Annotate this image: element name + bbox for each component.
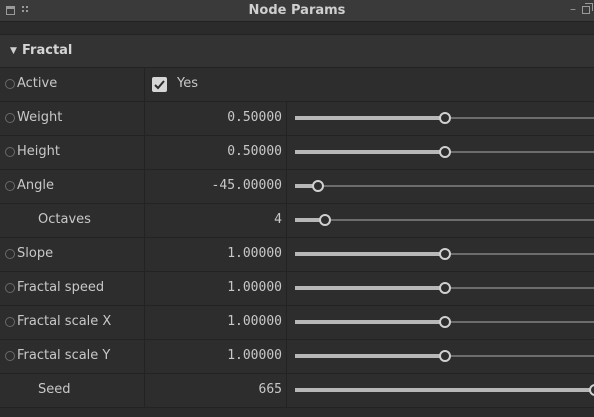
checkmark-icon xyxy=(154,80,165,90)
param-value: 665 xyxy=(258,382,282,397)
param-value: 0.50000 xyxy=(227,110,282,125)
param-row: Seed 665 xyxy=(0,374,594,408)
keyframe-radio[interactable] xyxy=(5,181,15,191)
param-slider[interactable] xyxy=(287,170,594,203)
panel-title: Node Params xyxy=(248,3,346,18)
param-value: 0.50000 xyxy=(227,144,282,159)
panel-titlebar: Node Params – xyxy=(0,0,594,22)
param-label: Weight xyxy=(17,110,63,125)
slider-handle[interactable] xyxy=(439,146,451,158)
param-list: Active Yes Weight 0.50000 Height 0.50000 Ang… xyxy=(0,68,594,408)
slider-handle[interactable] xyxy=(439,350,451,362)
param-value-field[interactable]: -45.00000 xyxy=(145,170,287,203)
param-value: 4 xyxy=(274,212,282,227)
param-slider[interactable] xyxy=(287,374,594,407)
param-row-active: Active Yes xyxy=(0,68,594,102)
param-slider[interactable] xyxy=(287,204,594,237)
param-label: Fractal scale Y xyxy=(17,348,111,363)
param-value: -45.00000 xyxy=(211,178,282,193)
param-label: Height xyxy=(17,144,60,159)
slider-handle[interactable] xyxy=(439,248,451,260)
param-value-field[interactable]: 4 xyxy=(145,204,287,237)
slider-fill xyxy=(295,116,445,120)
slider-handle[interactable] xyxy=(439,112,451,124)
param-row: Height 0.50000 xyxy=(0,136,594,170)
param-label: Slope xyxy=(17,246,54,261)
param-value: 1.00000 xyxy=(227,280,282,295)
slider-handle[interactable] xyxy=(439,316,451,328)
slider-fill xyxy=(295,388,594,392)
keyframe-radio[interactable] xyxy=(5,317,15,327)
param-value: 1.00000 xyxy=(227,348,282,363)
param-value: 1.00000 xyxy=(227,246,282,261)
param-row: Fractal scale X 1.00000 xyxy=(0,306,594,340)
keyframe-radio[interactable] xyxy=(5,79,15,89)
keyframe-radio[interactable] xyxy=(5,283,15,293)
param-slider[interactable] xyxy=(287,136,594,169)
slider-handle[interactable] xyxy=(439,282,451,294)
param-label: Fractal scale X xyxy=(17,314,112,329)
keyframe-radio[interactable] xyxy=(5,249,15,259)
slider-fill xyxy=(295,150,445,154)
param-label: Active xyxy=(17,76,58,91)
param-label: Fractal speed xyxy=(17,280,105,295)
slider-fill xyxy=(295,320,445,324)
param-label: Angle xyxy=(17,178,54,193)
keyframe-radio[interactable] xyxy=(5,351,15,361)
param-row: Slope 1.00000 xyxy=(0,238,594,272)
slider-fill xyxy=(295,286,445,290)
keyframe-radio[interactable] xyxy=(5,113,15,123)
param-label: Seed xyxy=(38,382,71,397)
param-row: Fractal speed 1.00000 xyxy=(0,272,594,306)
slider-handle[interactable] xyxy=(319,214,331,226)
slider-handle[interactable] xyxy=(311,180,324,192)
triangle-down-icon[interactable]: ▼ xyxy=(10,46,17,56)
param-slider[interactable] xyxy=(287,102,594,135)
keyframe-radio[interactable] xyxy=(5,147,15,157)
slider-track xyxy=(295,185,594,187)
param-slider[interactable] xyxy=(287,340,594,373)
param-slider[interactable] xyxy=(287,306,594,339)
slider-handle[interactable] xyxy=(589,384,594,396)
param-row: Angle -45.00000 xyxy=(0,170,594,204)
param-label: Octaves xyxy=(38,212,91,227)
active-checkbox[interactable] xyxy=(152,77,167,92)
slider-fill xyxy=(295,252,445,256)
param-value: 1.00000 xyxy=(227,314,282,329)
checkbox-label: Yes xyxy=(177,76,198,91)
param-value-field[interactable]: 1.00000 xyxy=(145,272,287,305)
param-value-field[interactable]: 1.00000 xyxy=(145,340,287,373)
minimize-icon[interactable]: – xyxy=(570,2,576,16)
section-label: Fractal xyxy=(22,43,73,58)
param-row: Octaves 4 xyxy=(0,204,594,238)
param-slider[interactable] xyxy=(287,272,594,305)
section-header-fractal[interactable]: ▼ Fractal xyxy=(0,34,594,68)
param-slider[interactable] xyxy=(287,238,594,271)
param-value-field[interactable]: 0.50000 xyxy=(145,102,287,135)
param-value-field[interactable]: 1.00000 xyxy=(145,238,287,271)
slider-track xyxy=(295,219,594,221)
float-window-icon[interactable] xyxy=(582,3,593,14)
param-row: Weight 0.50000 xyxy=(0,102,594,136)
slider-fill xyxy=(295,354,445,358)
param-row: Fractal scale Y 1.00000 xyxy=(0,340,594,374)
param-value-field[interactable]: 665 xyxy=(145,374,287,407)
param-value-field[interactable]: 1.00000 xyxy=(145,306,287,339)
param-value-field[interactable]: 0.50000 xyxy=(145,136,287,169)
